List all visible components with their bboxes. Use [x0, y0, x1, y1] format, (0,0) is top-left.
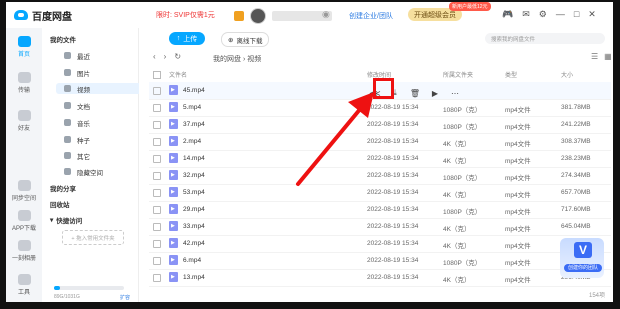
arrow-shaft: [296, 100, 368, 186]
screenshot-stage: 百度网盘 限时: SVIP仅需1元 ◉ 创建企业/团队 开通超级会员 新用户最低…: [0, 0, 620, 309]
arrow-head: [348, 92, 374, 118]
baidu-netdisk-window: 百度网盘 限时: SVIP仅需1元 ◉ 创建企业/团队 开通超级会员 新用户最低…: [6, 2, 613, 302]
red-arrow-annotation: [296, 92, 374, 186]
